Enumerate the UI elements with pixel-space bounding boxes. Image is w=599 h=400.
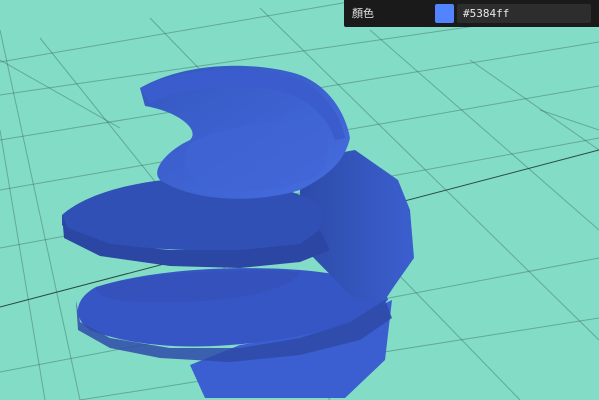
color-label: 顏色	[352, 7, 374, 20]
color-swatch[interactable]	[435, 4, 454, 23]
color-hex-input[interactable]	[457, 4, 591, 23]
helix-mesh[interactable]	[62, 65, 414, 398]
color-control-panel: 顏色	[344, 0, 599, 27]
3d-viewport[interactable]	[0, 0, 599, 400]
